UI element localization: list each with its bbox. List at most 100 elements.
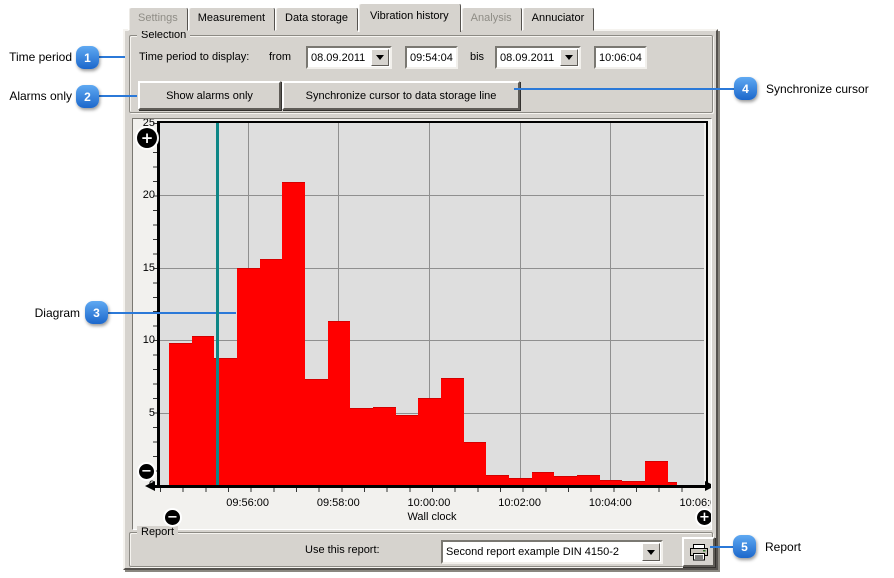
histogram-bar bbox=[305, 379, 328, 486]
tab-strip: SettingsMeasurementData storageVibration… bbox=[128, 3, 594, 31]
zoom-in-y-button[interactable]: + bbox=[137, 128, 157, 148]
bis-label: bis bbox=[470, 51, 484, 63]
from-label: from bbox=[269, 51, 291, 63]
print-report-button[interactable] bbox=[682, 537, 715, 567]
report-groupbox-title: Report bbox=[137, 526, 178, 538]
to-time-field[interactable]: 10:06:04 bbox=[594, 46, 647, 69]
y-tick-label: 15 bbox=[133, 262, 155, 274]
callout-badge-1[interactable]: 1 bbox=[76, 46, 99, 69]
callout-label-report: Report bbox=[765, 540, 801, 554]
x-axis-minor-ticks bbox=[160, 488, 704, 492]
time-period-label: Time period to display: bbox=[139, 51, 249, 63]
tab-vibration-history[interactable]: Vibration history bbox=[358, 3, 461, 32]
histogram-bar bbox=[328, 321, 351, 486]
to-date-dropdown-button[interactable] bbox=[560, 49, 578, 66]
histogram-bar bbox=[237, 268, 260, 486]
minus-icon: − bbox=[141, 464, 152, 479]
from-date-dropdown-button[interactable] bbox=[371, 49, 389, 66]
zoom-out-y-button[interactable]: − bbox=[139, 464, 154, 479]
x-axis-title: Wall clock bbox=[302, 511, 562, 523]
callout-badge-3[interactable]: 3 bbox=[85, 301, 108, 324]
synchronize-cursor-label: Synchronize cursor to data storage line bbox=[306, 90, 497, 102]
to-date-value: 08.09.2011 bbox=[500, 52, 554, 64]
synchronize-cursor-button[interactable]: Synchronize cursor to data storage line bbox=[282, 81, 520, 110]
histogram-bar bbox=[418, 398, 441, 486]
histogram-bar bbox=[350, 408, 373, 486]
callout-number: 1 bbox=[84, 51, 91, 65]
callout-badge-4[interactable]: 4 bbox=[734, 77, 757, 100]
histogram-bar bbox=[192, 336, 215, 486]
chevron-down-icon bbox=[376, 55, 384, 60]
to-time-value: 10:06:04 bbox=[599, 52, 642, 64]
histogram-bar bbox=[532, 472, 555, 486]
y-tick-label: 10 bbox=[133, 334, 155, 346]
minus-icon: − bbox=[167, 510, 178, 525]
histogram-bar bbox=[464, 442, 487, 486]
histogram-bar bbox=[282, 182, 305, 486]
callout-line-5 bbox=[710, 546, 735, 548]
report-dropdown-button[interactable] bbox=[642, 543, 660, 561]
x-tick-label: 09:56:00 bbox=[218, 497, 278, 509]
y-tick-label: 20 bbox=[133, 189, 155, 201]
x-axis-line bbox=[150, 485, 710, 488]
histogram-bar bbox=[645, 461, 668, 486]
histogram-bar bbox=[169, 343, 192, 486]
tab-measurement[interactable]: Measurement bbox=[188, 7, 275, 31]
from-date-value: 08.09.2011 bbox=[311, 52, 365, 64]
callout-badge-5[interactable]: 5 bbox=[733, 535, 756, 558]
report-combobox[interactable]: Second report example DIN 4150-2 bbox=[441, 540, 663, 564]
report-groupbox: Report Use this report: Second report ex… bbox=[129, 532, 713, 567]
from-time-value: 09:54:04 bbox=[410, 52, 453, 64]
from-date-combobox[interactable]: 08.09.2011 bbox=[306, 46, 392, 69]
plus-icon: + bbox=[141, 129, 154, 147]
histogram-bar bbox=[373, 407, 396, 486]
callout-number: 3 bbox=[93, 306, 100, 320]
x-tick-label: 10:00:00 bbox=[399, 497, 459, 509]
to-date-combobox[interactable]: 08.09.2011 bbox=[495, 46, 581, 69]
chevron-down-icon bbox=[565, 55, 573, 60]
callout-badge-2[interactable]: 2 bbox=[76, 85, 99, 108]
plus-icon: + bbox=[699, 510, 710, 525]
histogram-bar bbox=[441, 378, 464, 486]
callout-number: 2 bbox=[84, 90, 91, 104]
from-time-field[interactable]: 09:54:04 bbox=[405, 46, 458, 69]
data-cursor-line[interactable] bbox=[216, 123, 219, 485]
x-tick-label: 10:04:00 bbox=[580, 497, 640, 509]
app-page: SettingsMeasurementData storageVibration… bbox=[0, 0, 894, 578]
histogram-bar bbox=[260, 259, 283, 486]
y-tick-label: 5 bbox=[133, 407, 155, 419]
callout-line-2 bbox=[98, 95, 137, 97]
report-selected-value: Second report example DIN 4150-2 bbox=[446, 546, 619, 558]
tab-settings[interactable]: Settings bbox=[128, 7, 188, 31]
callout-number: 4 bbox=[742, 82, 749, 96]
y-axis-minor-ticks bbox=[153, 123, 157, 485]
x-tick-label: 09:58:00 bbox=[308, 497, 368, 509]
zoom-in-x-button[interactable]: + bbox=[697, 510, 712, 525]
show-alarms-only-label: Show alarms only bbox=[166, 90, 253, 102]
tab-analysis[interactable]: Analysis bbox=[461, 7, 522, 31]
callout-label-diagram: Diagram bbox=[30, 306, 80, 320]
callout-number: 5 bbox=[741, 540, 748, 554]
callout-label-alarms-only: Alarms only bbox=[8, 89, 72, 103]
callout-line-1 bbox=[98, 56, 125, 58]
gridline-horizontal bbox=[160, 195, 704, 196]
x-tick-label: 10:06:00 bbox=[671, 497, 712, 509]
callout-line-4 bbox=[514, 88, 735, 90]
callout-label-time-period: Time period bbox=[8, 50, 72, 64]
zoom-out-x-button[interactable]: − bbox=[165, 510, 180, 525]
selection-groupbox: Selection Time period to display: from 0… bbox=[129, 35, 713, 113]
chevron-down-icon bbox=[647, 550, 655, 555]
histogram-bar bbox=[396, 415, 419, 486]
gridline-vertical bbox=[520, 123, 521, 485]
gridline-vertical bbox=[610, 123, 611, 485]
x-axis-right-arrow-icon bbox=[705, 481, 712, 491]
x-tick-label: 10:02:00 bbox=[490, 497, 550, 509]
use-report-label: Use this report: bbox=[305, 544, 380, 556]
vibration-history-diagram[interactable]: 051015202509:56:0009:58:0010:00:0010:02:… bbox=[132, 118, 712, 530]
x-axis-left-arrow-icon bbox=[145, 481, 155, 491]
show-alarms-only-button[interactable]: Show alarms only bbox=[138, 81, 281, 110]
callout-label-synchronize-cursor: Synchronize cursor bbox=[766, 82, 869, 96]
tab-annuciator[interactable]: Annuciator bbox=[522, 7, 595, 31]
tab-data-storage[interactable]: Data storage bbox=[275, 7, 358, 31]
printer-icon bbox=[689, 544, 709, 561]
